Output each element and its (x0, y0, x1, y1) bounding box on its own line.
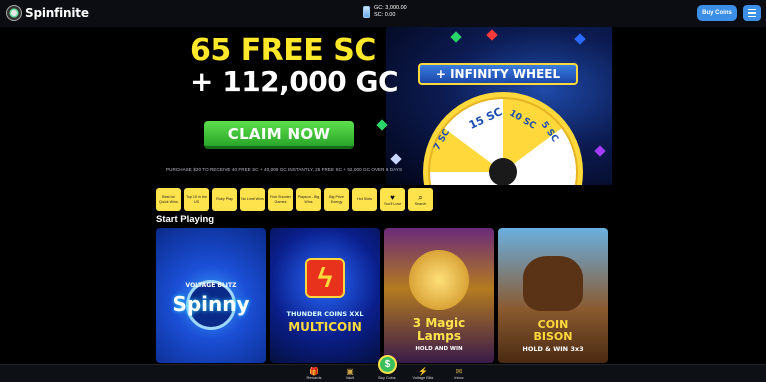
buy-coins-nav-button[interactable]: $ (378, 355, 397, 374)
category-big-prize-energy[interactable]: Big Prize Energy (324, 188, 349, 211)
category-ruby-play[interactable]: Ruby Play (212, 188, 237, 211)
game-title: Spinny (172, 292, 250, 316)
brand-logo[interactable]: Spinfinite (6, 5, 89, 21)
game-title: Lamps (417, 329, 461, 343)
game-title: BISON (533, 330, 573, 343)
heart-icon: ♥ (390, 192, 395, 202)
lightning-badge: ϟ (305, 258, 345, 298)
headline-line1: 65 FREE SC (190, 33, 376, 68)
buy-coins-button[interactable]: Buy Coins (697, 5, 737, 21)
game-brand: VOLTAGE BLITZ (185, 282, 237, 289)
game-tile-magic-lamps[interactable]: 3 Magic Lamps HOLD AND WIN (384, 228, 494, 363)
bison-icon (523, 256, 583, 311)
game-brand: THUNDER COINS XXL (286, 310, 364, 318)
gc-balance: GC: 3,000.00 (374, 5, 407, 11)
lightning-icon: ϟ (317, 262, 333, 293)
game-tile-spinny[interactable]: VOLTAGE BLITZ Spinny (156, 228, 266, 363)
game-subtitle: HOLD AND WIN (415, 346, 463, 352)
game-tile-thunder-coins[interactable]: ϟ THUNDER COINS XXL MULTICOIN (270, 228, 380, 363)
category-bar: Best for Quick Wins Top 10 in the US Rub… (156, 188, 433, 211)
lamp-icon (409, 250, 469, 310)
category-search[interactable]: ⌕ Search (408, 188, 433, 211)
category-hot-slots[interactable]: Hot Slots (352, 188, 377, 211)
mail-icon: ✉ (455, 367, 463, 376)
category-best-for-quick-wins[interactable]: Best for Quick Wins (156, 188, 181, 211)
top-bar: Spinfinite GC: 3,000.00 SC: 0.00 Buy Coi… (0, 0, 766, 27)
balance-display[interactable]: GC: 3,000.00 SC: 0.00 (363, 5, 407, 19)
headline-line2: + 112,000 GC (190, 65, 399, 98)
game-title: MULTICOIN (288, 320, 362, 334)
game-brand: 3 Magic (412, 316, 466, 330)
category-playson[interactable]: Playson - Big Wins (296, 188, 321, 211)
dollar-icon: $ (384, 359, 391, 370)
vault-icon: ▣ (346, 367, 354, 376)
section-title: Start Playing (156, 214, 215, 225)
nav-rewards[interactable]: 🎁 Rewards (294, 367, 334, 380)
search-icon: ⌕ (418, 192, 423, 202)
lightning-icon: ⚡ (418, 367, 428, 376)
promo-banner[interactable]: 65 FREE SC + 112,000 GC CLAIM NOW PURCHA… (156, 27, 612, 185)
nav-inbox[interactable]: ✉ Inbox (439, 367, 479, 380)
game-tile-coin-bison[interactable]: COIN BISON HOLD & WIN 3x3 (498, 228, 608, 363)
category-top-10[interactable]: Top 10 in the US (184, 188, 209, 211)
gift-icon: 🎁 (309, 367, 319, 376)
infinity-wheel-title: + INFINITY WHEEL (418, 63, 578, 85)
category-no-limit-wins[interactable]: No Limit Wins (240, 188, 265, 211)
coin-balance-icon (363, 6, 370, 18)
nav-voltage-blitz[interactable]: ⚡ Voltage Blitz (403, 367, 443, 380)
category-youll-love[interactable]: ♥ You'll Love (380, 188, 405, 211)
buy-coins-nav-label: Buy Coins (378, 376, 396, 380)
game-subtitle: HOLD & WIN 3x3 (522, 345, 584, 353)
hamburger-icon (748, 9, 756, 11)
menu-button[interactable] (743, 5, 761, 21)
brand-name: Spinfinite (25, 6, 89, 20)
claim-now-button[interactable]: CLAIM NOW (204, 121, 354, 149)
nav-vault[interactable]: ▣ Vault (330, 367, 370, 380)
category-fish-shooter[interactable]: Fish Shooter Games (268, 188, 293, 211)
logo-icon (6, 5, 22, 21)
sc-balance: SC: 0.00 (374, 12, 396, 18)
